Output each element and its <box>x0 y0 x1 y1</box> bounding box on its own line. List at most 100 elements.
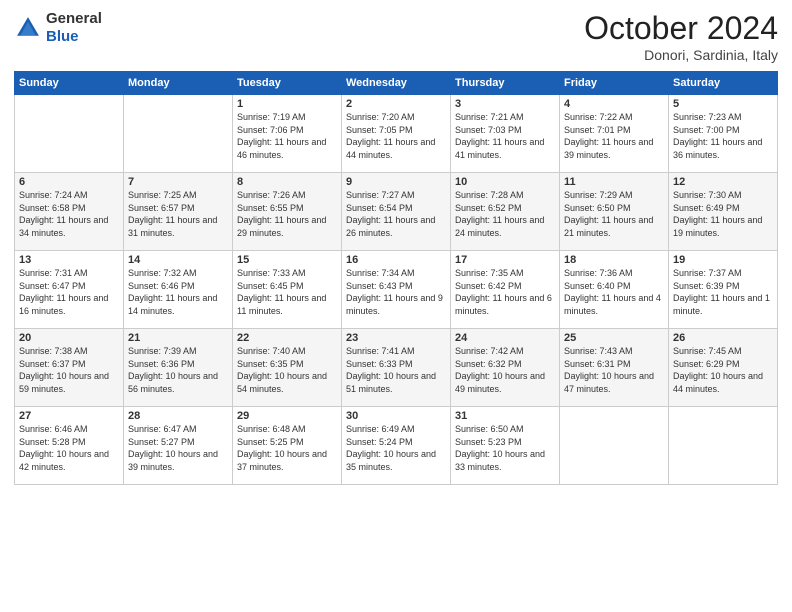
day-info: Sunrise: 6:47 AMSunset: 5:27 PMDaylight:… <box>128 423 228 473</box>
day-number: 25 <box>564 332 664 344</box>
day-number: 2 <box>346 98 446 110</box>
calendar-cell: 26Sunrise: 7:45 AMSunset: 6:29 PMDayligh… <box>669 329 778 407</box>
day-number: 13 <box>19 254 119 266</box>
day-info: Sunrise: 6:49 AMSunset: 5:24 PMDaylight:… <box>346 423 446 473</box>
day-info: Sunrise: 7:30 AMSunset: 6:49 PMDaylight:… <box>673 189 773 239</box>
day-number: 11 <box>564 176 664 188</box>
calendar-week-row: 27Sunrise: 6:46 AMSunset: 5:28 PMDayligh… <box>15 407 778 485</box>
day-number: 21 <box>128 332 228 344</box>
day-info: Sunrise: 7:45 AMSunset: 6:29 PMDaylight:… <box>673 345 773 395</box>
day-info: Sunrise: 7:40 AMSunset: 6:35 PMDaylight:… <box>237 345 337 395</box>
day-info: Sunrise: 7:21 AMSunset: 7:03 PMDaylight:… <box>455 111 555 161</box>
calendar-cell: 28Sunrise: 6:47 AMSunset: 5:27 PMDayligh… <box>124 407 233 485</box>
calendar-cell: 14Sunrise: 7:32 AMSunset: 6:46 PMDayligh… <box>124 251 233 329</box>
calendar-cell: 1Sunrise: 7:19 AMSunset: 7:06 PMDaylight… <box>233 95 342 173</box>
day-number: 3 <box>455 98 555 110</box>
weekday-header-friday: Friday <box>560 72 669 95</box>
day-info: Sunrise: 7:32 AMSunset: 6:46 PMDaylight:… <box>128 267 228 317</box>
logo-blue: Blue <box>46 28 79 45</box>
day-info: Sunrise: 7:34 AMSunset: 6:43 PMDaylight:… <box>346 267 446 317</box>
calendar-cell: 3Sunrise: 7:21 AMSunset: 7:03 PMDaylight… <box>451 95 560 173</box>
calendar-cell: 16Sunrise: 7:34 AMSunset: 6:43 PMDayligh… <box>342 251 451 329</box>
day-number: 12 <box>673 176 773 188</box>
day-number: 19 <box>673 254 773 266</box>
day-info: Sunrise: 7:25 AMSunset: 6:57 PMDaylight:… <box>128 189 228 239</box>
day-number: 14 <box>128 254 228 266</box>
day-info: Sunrise: 7:19 AMSunset: 7:06 PMDaylight:… <box>237 111 337 161</box>
weekday-header-thursday: Thursday <box>451 72 560 95</box>
logo: General Blue <box>14 10 102 46</box>
calendar-cell: 20Sunrise: 7:38 AMSunset: 6:37 PMDayligh… <box>15 329 124 407</box>
day-info: Sunrise: 7:31 AMSunset: 6:47 PMDaylight:… <box>19 267 119 317</box>
calendar-cell: 9Sunrise: 7:27 AMSunset: 6:54 PMDaylight… <box>342 173 451 251</box>
day-info: Sunrise: 7:38 AMSunset: 6:37 PMDaylight:… <box>19 345 119 395</box>
header: General Blue October 2024 Donori, Sardin… <box>14 10 778 63</box>
day-number: 17 <box>455 254 555 266</box>
day-info: Sunrise: 7:41 AMSunset: 6:33 PMDaylight:… <box>346 345 446 395</box>
day-number: 1 <box>237 98 337 110</box>
day-info: Sunrise: 7:22 AMSunset: 7:01 PMDaylight:… <box>564 111 664 161</box>
calendar-cell: 31Sunrise: 6:50 AMSunset: 5:23 PMDayligh… <box>451 407 560 485</box>
calendar-week-row: 1Sunrise: 7:19 AMSunset: 7:06 PMDaylight… <box>15 95 778 173</box>
day-info: Sunrise: 6:46 AMSunset: 5:28 PMDaylight:… <box>19 423 119 473</box>
calendar-cell <box>15 95 124 173</box>
calendar-cell <box>669 407 778 485</box>
calendar-week-row: 6Sunrise: 7:24 AMSunset: 6:58 PMDaylight… <box>15 173 778 251</box>
day-number: 20 <box>19 332 119 344</box>
day-info: Sunrise: 7:24 AMSunset: 6:58 PMDaylight:… <box>19 189 119 239</box>
subtitle: Donori, Sardinia, Italy <box>584 47 778 63</box>
day-info: Sunrise: 7:39 AMSunset: 6:36 PMDaylight:… <box>128 345 228 395</box>
day-info: Sunrise: 6:50 AMSunset: 5:23 PMDaylight:… <box>455 423 555 473</box>
day-number: 10 <box>455 176 555 188</box>
calendar-cell: 11Sunrise: 7:29 AMSunset: 6:50 PMDayligh… <box>560 173 669 251</box>
calendar-cell: 23Sunrise: 7:41 AMSunset: 6:33 PMDayligh… <box>342 329 451 407</box>
day-info: Sunrise: 7:36 AMSunset: 6:40 PMDaylight:… <box>564 267 664 317</box>
day-info: Sunrise: 7:23 AMSunset: 7:00 PMDaylight:… <box>673 111 773 161</box>
day-info: Sunrise: 6:48 AMSunset: 5:25 PMDaylight:… <box>237 423 337 473</box>
day-number: 4 <box>564 98 664 110</box>
calendar-cell: 15Sunrise: 7:33 AMSunset: 6:45 PMDayligh… <box>233 251 342 329</box>
weekday-header-tuesday: Tuesday <box>233 72 342 95</box>
day-number: 5 <box>673 98 773 110</box>
calendar-cell: 22Sunrise: 7:40 AMSunset: 6:35 PMDayligh… <box>233 329 342 407</box>
weekday-header-saturday: Saturday <box>669 72 778 95</box>
day-info: Sunrise: 7:26 AMSunset: 6:55 PMDaylight:… <box>237 189 337 239</box>
calendar-cell: 25Sunrise: 7:43 AMSunset: 6:31 PMDayligh… <box>560 329 669 407</box>
logo-icon <box>14 14 42 42</box>
day-number: 31 <box>455 410 555 422</box>
title-block: October 2024 Donori, Sardinia, Italy <box>584 10 778 63</box>
logo-general: General <box>46 10 102 27</box>
calendar-cell: 2Sunrise: 7:20 AMSunset: 7:05 PMDaylight… <box>342 95 451 173</box>
calendar-cell: 24Sunrise: 7:42 AMSunset: 6:32 PMDayligh… <box>451 329 560 407</box>
day-number: 15 <box>237 254 337 266</box>
calendar-week-row: 13Sunrise: 7:31 AMSunset: 6:47 PMDayligh… <box>15 251 778 329</box>
calendar-cell: 19Sunrise: 7:37 AMSunset: 6:39 PMDayligh… <box>669 251 778 329</box>
day-number: 7 <box>128 176 228 188</box>
day-number: 9 <box>346 176 446 188</box>
day-number: 24 <box>455 332 555 344</box>
day-number: 28 <box>128 410 228 422</box>
calendar-cell: 17Sunrise: 7:35 AMSunset: 6:42 PMDayligh… <box>451 251 560 329</box>
weekday-header-wednesday: Wednesday <box>342 72 451 95</box>
calendar-cell: 6Sunrise: 7:24 AMSunset: 6:58 PMDaylight… <box>15 173 124 251</box>
day-info: Sunrise: 7:35 AMSunset: 6:42 PMDaylight:… <box>455 267 555 317</box>
calendar-cell: 10Sunrise: 7:28 AMSunset: 6:52 PMDayligh… <box>451 173 560 251</box>
weekday-header-row: SundayMondayTuesdayWednesdayThursdayFrid… <box>15 72 778 95</box>
calendar-cell: 5Sunrise: 7:23 AMSunset: 7:00 PMDaylight… <box>669 95 778 173</box>
calendar-cell: 8Sunrise: 7:26 AMSunset: 6:55 PMDaylight… <box>233 173 342 251</box>
page: General Blue October 2024 Donori, Sardin… <box>0 0 792 612</box>
day-number: 8 <box>237 176 337 188</box>
day-number: 27 <box>19 410 119 422</box>
calendar-cell: 29Sunrise: 6:48 AMSunset: 5:25 PMDayligh… <box>233 407 342 485</box>
day-info: Sunrise: 7:20 AMSunset: 7:05 PMDaylight:… <box>346 111 446 161</box>
calendar-cell: 27Sunrise: 6:46 AMSunset: 5:28 PMDayligh… <box>15 407 124 485</box>
day-number: 23 <box>346 332 446 344</box>
day-number: 26 <box>673 332 773 344</box>
day-info: Sunrise: 7:33 AMSunset: 6:45 PMDaylight:… <box>237 267 337 317</box>
calendar-cell: 7Sunrise: 7:25 AMSunset: 6:57 PMDaylight… <box>124 173 233 251</box>
day-number: 18 <box>564 254 664 266</box>
day-number: 29 <box>237 410 337 422</box>
day-info: Sunrise: 7:29 AMSunset: 6:50 PMDaylight:… <box>564 189 664 239</box>
day-info: Sunrise: 7:43 AMSunset: 6:31 PMDaylight:… <box>564 345 664 395</box>
day-number: 22 <box>237 332 337 344</box>
